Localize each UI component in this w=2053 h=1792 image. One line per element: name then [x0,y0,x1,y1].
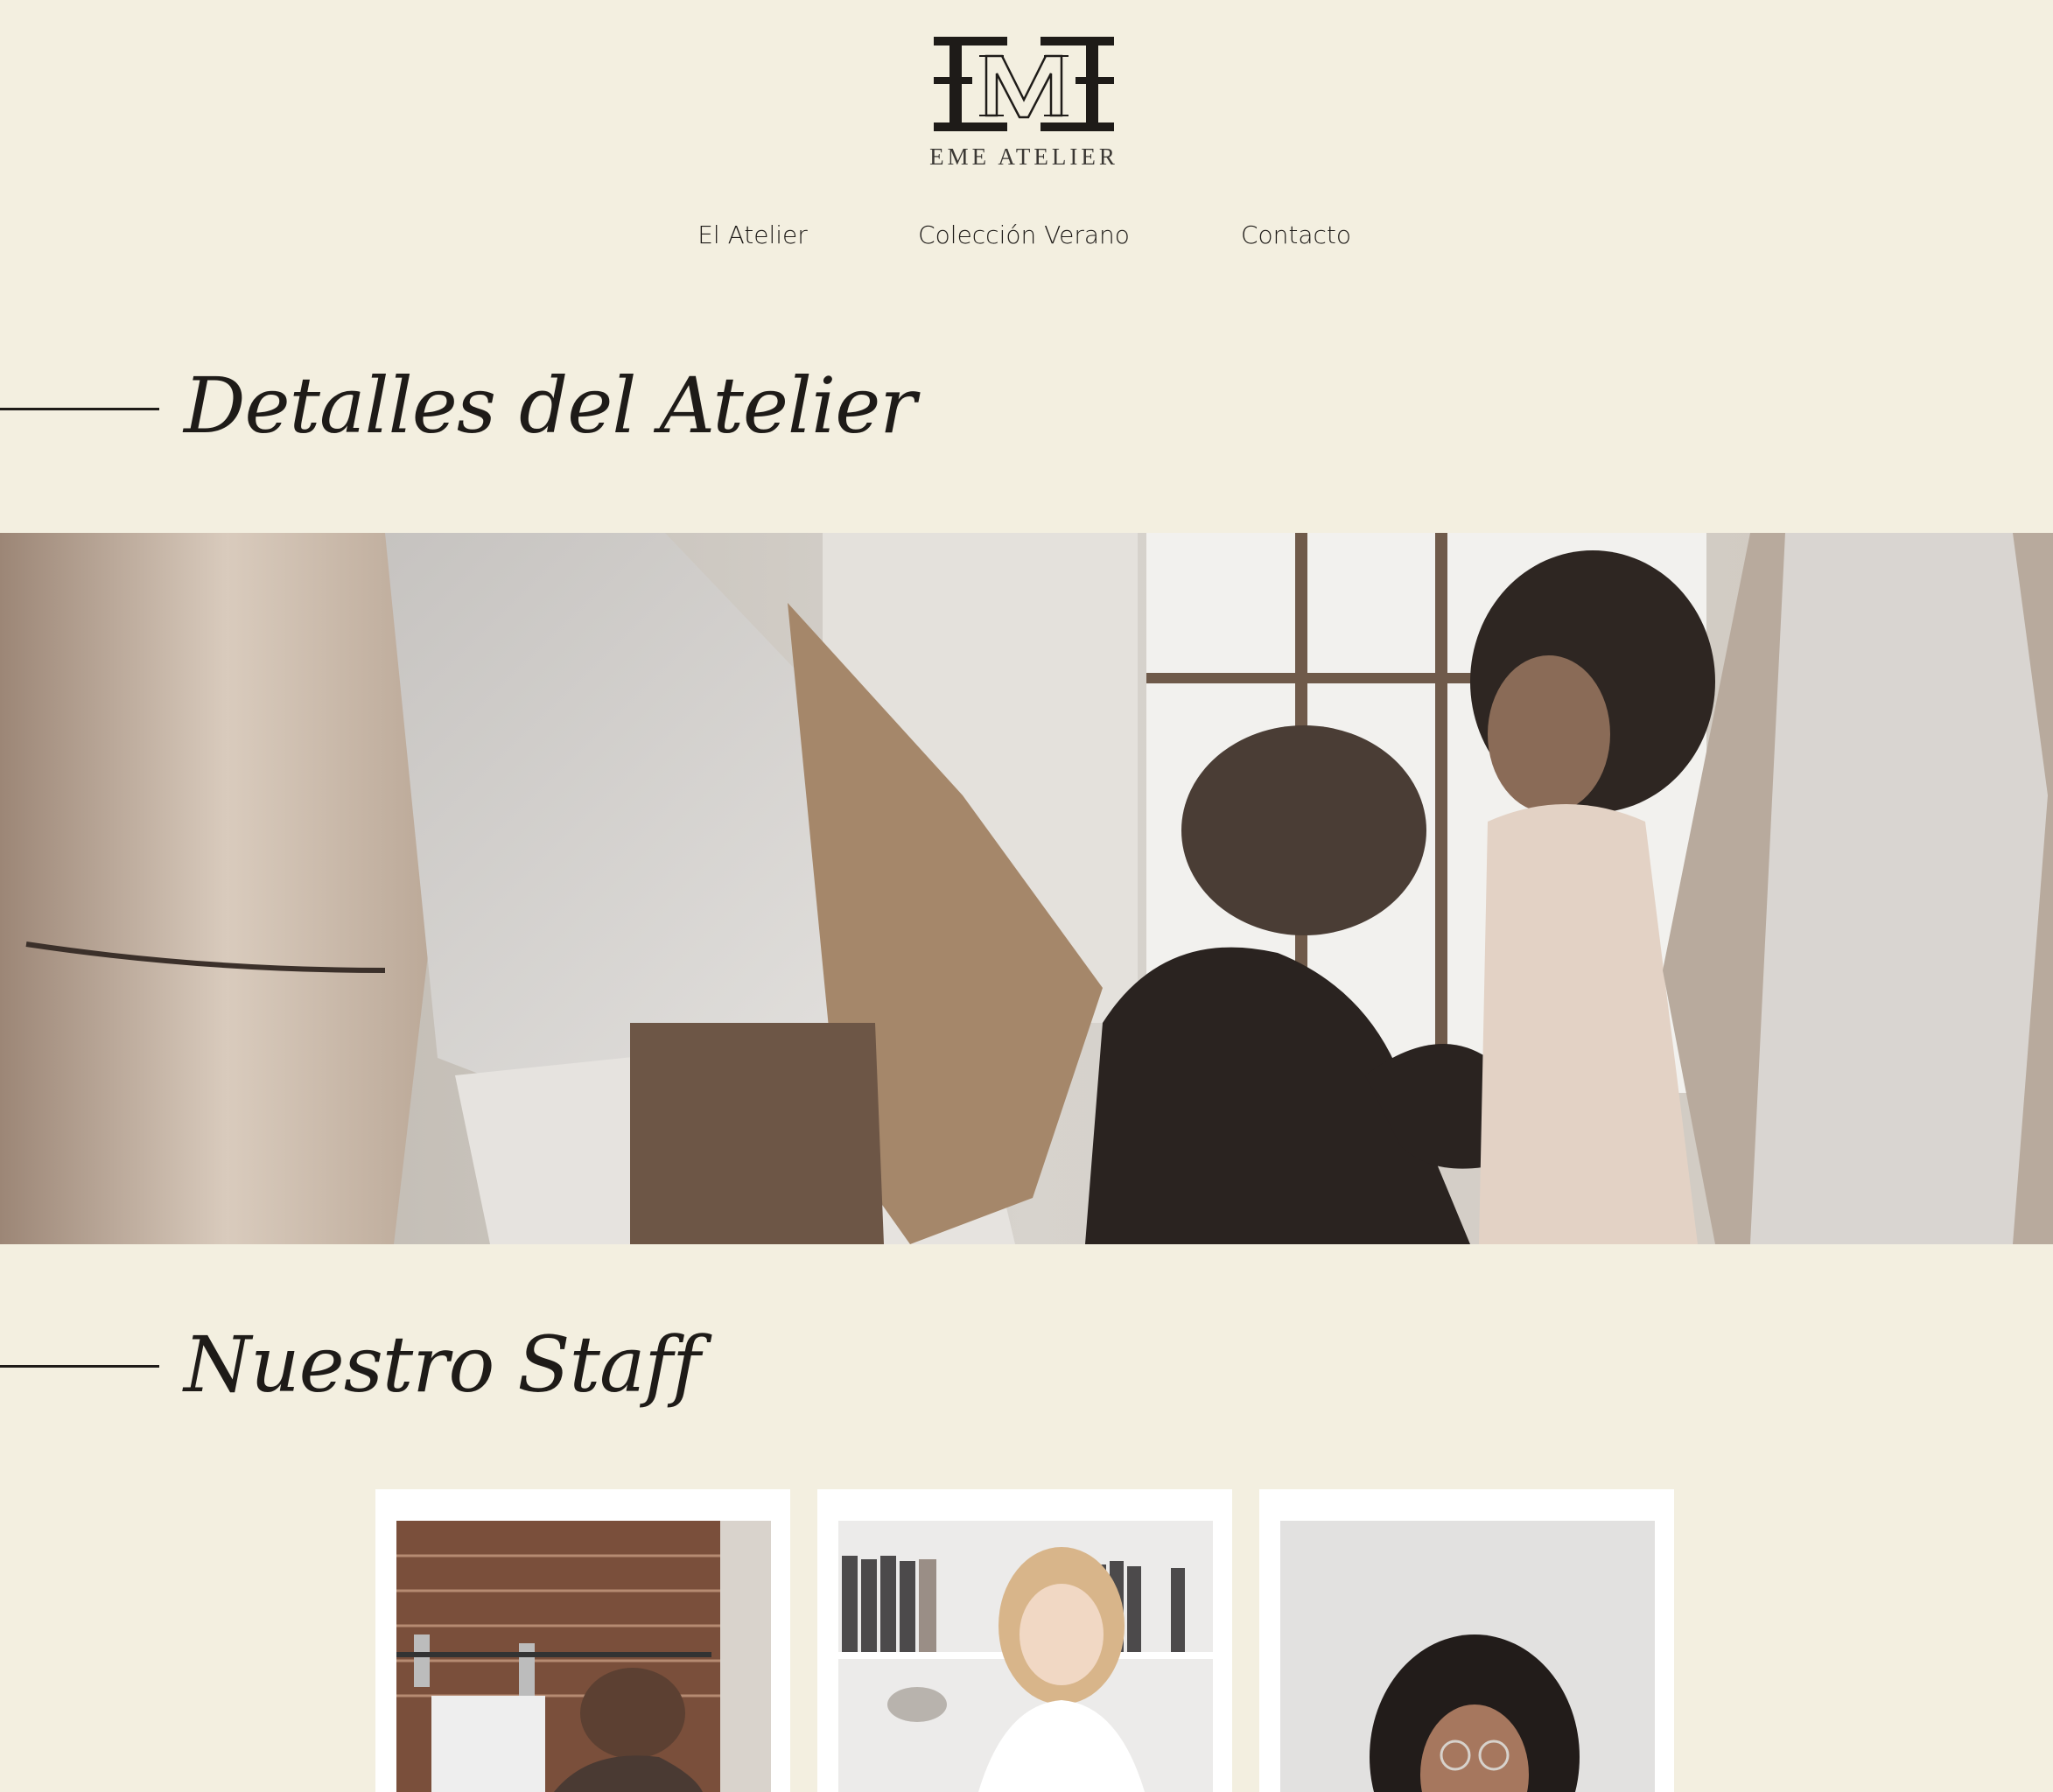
eme-monogram-icon [934,37,1114,131]
hero-image [0,533,2053,1244]
main-nav: El Atelier Colección Verano Contacto [0,220,2053,256]
staff-photo-3 [1280,1521,1655,1792]
section-rule [0,1365,159,1368]
staff-section-title: Nuestro Staff [184,1320,701,1410]
brand-logo[interactable]: EME ATELIER [928,32,1120,189]
staff-card[interactable] [1259,1489,1674,1792]
staff-section-header: Nuestro Staff [0,1326,1050,1432]
staff-photo-1 [396,1521,771,1792]
section-rule [0,408,159,410]
staff-card[interactable] [817,1489,1232,1792]
nav-item-coleccion-verano[interactable]: Colección Verano [918,220,1130,249]
brand-name: EME ATELIER [929,144,1118,170]
nav-item-contacto[interactable]: Contacto [1241,220,1351,249]
staff-card[interactable] [375,1489,790,1792]
atelier-fitting-photo [0,533,2053,1244]
nav-item-el-atelier[interactable]: El Atelier [697,220,808,249]
details-section-title: Detalles del Atelier [184,360,916,451]
staff-photo-2 [838,1521,1213,1792]
details-section-header: Detalles del Atelier [0,368,1050,472]
